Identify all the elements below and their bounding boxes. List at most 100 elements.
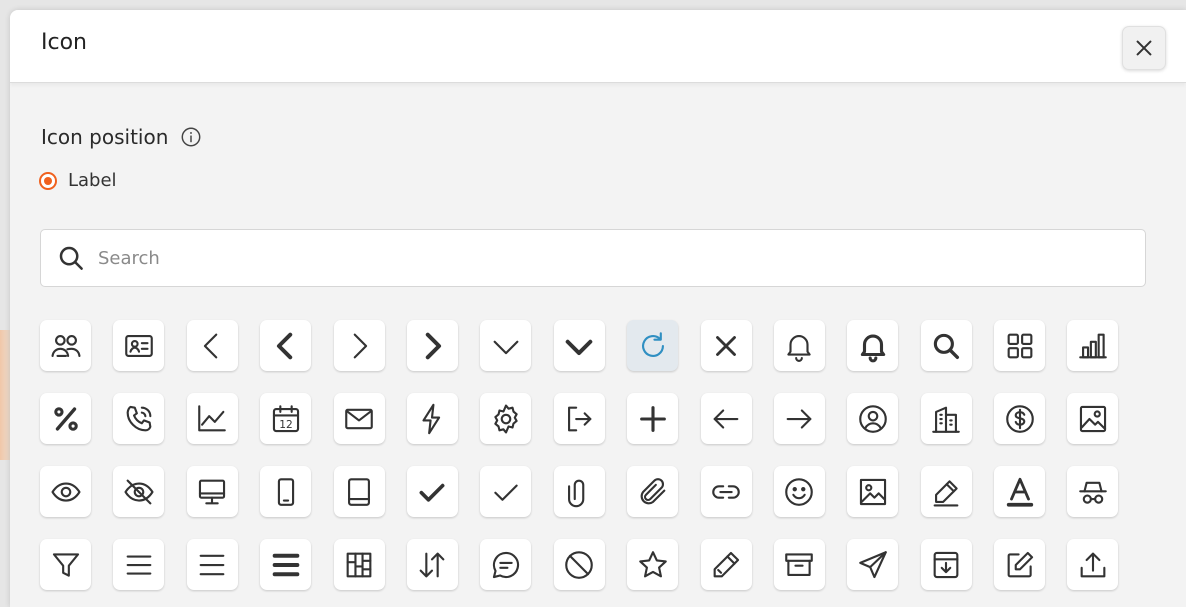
icon-option-arrow-left[interactable]: [700, 393, 752, 444]
link-icon: [712, 484, 740, 499]
icon-option-layout-board[interactable]: [333, 539, 385, 590]
buildings-icon: [932, 406, 960, 433]
close-icon: [716, 335, 736, 356]
icon-option-chevron-left-bold[interactable]: [260, 320, 312, 371]
chevron-left-icon: [204, 333, 218, 358]
tablet-icon: [348, 477, 371, 506]
close-icon: [1136, 40, 1152, 56]
radio-label: Label: [68, 170, 117, 191]
modal-header: Icon: [10, 10, 1186, 83]
inbox-download-icon: [933, 551, 959, 578]
layout-board-icon: [346, 552, 372, 577]
icon-option-dollar-circle[interactable]: [994, 393, 1046, 444]
icon-option-ban[interactable]: [553, 539, 605, 590]
icon-option-line-chart[interactable]: [186, 393, 238, 444]
bell-bold-icon: [860, 334, 885, 362]
dollar-circle-icon: [1005, 404, 1034, 433]
icon-option-archive[interactable]: [773, 539, 825, 590]
search-input[interactable]: [96, 246, 1145, 270]
icon-option-phone-device[interactable]: [260, 466, 312, 517]
svg-text:12: 12: [279, 417, 293, 430]
info-icon[interactable]: [180, 126, 202, 148]
close-button[interactable]: [1122, 26, 1166, 70]
icon-option-refresh[interactable]: [627, 320, 679, 371]
icon-option-close[interactable]: [700, 320, 752, 371]
calendar-icon: 12: [272, 404, 299, 432]
search-box[interactable]: [40, 229, 1146, 287]
icon-option-search[interactable]: [920, 320, 972, 371]
icon-option-pencil[interactable]: [700, 539, 752, 590]
icon-option-menu-bold[interactable]: [260, 539, 312, 590]
incognito-icon: [1079, 481, 1107, 504]
ban-icon: [565, 550, 594, 579]
bell-icon: [787, 334, 812, 362]
icon-option-menu-lines[interactable]: [186, 539, 238, 590]
search-icon: [934, 333, 960, 359]
icon-option-phone-call[interactable]: [113, 393, 165, 444]
upload-icon: [1080, 552, 1106, 577]
arrow-right-icon: [787, 408, 812, 429]
icon-option-check-bold[interactable]: [406, 466, 458, 517]
icon-option-grid[interactable]: [994, 320, 1046, 371]
icon-option-eye[interactable]: [40, 466, 91, 517]
icon-option-inbox-download[interactable]: [920, 539, 972, 590]
icon-option-monitor[interactable]: [186, 466, 238, 517]
icon-option-lightning[interactable]: [406, 393, 458, 444]
refresh-icon: [641, 331, 664, 357]
icon-option-star[interactable]: [627, 539, 679, 590]
icon-option-chevron-down-bold[interactable]: [553, 320, 605, 371]
icon-option-bell-bold[interactable]: [847, 320, 899, 371]
icon-option-buildings[interactable]: [920, 393, 972, 444]
icon-option-calendar[interactable]: 12: [260, 393, 312, 444]
icon-option-upload[interactable]: [1067, 539, 1119, 590]
icon-option-user-circle[interactable]: [847, 393, 899, 444]
contact-card-icon: [125, 334, 153, 357]
user-circle-icon: [858, 404, 887, 433]
icon-option-logout[interactable]: [553, 393, 605, 444]
image-icon: [1079, 405, 1107, 432]
icon-option-plus[interactable]: [627, 393, 679, 444]
icon-option-gear[interactable]: [480, 393, 532, 444]
radio-label-option[interactable]: Label: [39, 170, 117, 191]
icon-option-tablet[interactable]: [333, 466, 385, 517]
icon-option-chevron-right-bold[interactable]: [406, 320, 458, 371]
chat-icon: [492, 551, 519, 578]
icon-option-chat[interactable]: [480, 539, 532, 590]
filter-icon: [52, 552, 79, 577]
icon-option-send[interactable]: [847, 539, 899, 590]
check-bold-icon: [419, 483, 445, 502]
icon-option-paperclip[interactable]: [553, 466, 605, 517]
eye-icon: [50, 481, 81, 502]
icon-option-pencil-line[interactable]: [920, 466, 972, 517]
icon-option-percent[interactable]: [40, 393, 91, 444]
icon-option-chevron-left[interactable]: [186, 320, 238, 371]
icon-option-align-lines[interactable]: [113, 539, 165, 590]
icon-option-bell[interactable]: [773, 320, 825, 371]
icon-option-edit-square[interactable]: [994, 539, 1046, 590]
icon-option-attachment[interactable]: [627, 466, 679, 517]
text-color-icon: [1006, 477, 1033, 507]
radio-button[interactable]: [39, 171, 57, 190]
icon-option-users[interactable]: [40, 320, 91, 371]
icon-option-contact-card[interactable]: [113, 320, 165, 371]
icon-option-incognito[interactable]: [1067, 466, 1119, 517]
icon-option-chevron-right[interactable]: [333, 320, 385, 371]
icon-option-link[interactable]: [700, 466, 752, 517]
icon-option-filter[interactable]: [40, 539, 91, 590]
icon-option-check[interactable]: [480, 466, 532, 517]
monitor-icon: [199, 479, 226, 504]
icon-modal: Icon Icon position Label 12: [10, 10, 1186, 607]
icon-option-eye-off[interactable]: [113, 466, 165, 517]
icon-option-bar-chart[interactable]: [1067, 320, 1119, 371]
icon-option-smiley[interactable]: [773, 466, 825, 517]
chevron-left-bold-icon: [276, 332, 292, 359]
icon-option-sort-arrows[interactable]: [406, 539, 458, 590]
icon-option-image-frame[interactable]: [847, 466, 899, 517]
icon-position-text: Icon position: [41, 125, 169, 149]
icon-option-image[interactable]: [1067, 393, 1119, 444]
icon-option-arrow-right[interactable]: [773, 393, 825, 444]
icon-option-text-color[interactable]: [994, 466, 1046, 517]
icon-option-chevron-down[interactable]: [480, 320, 532, 371]
grid-icon: [1007, 333, 1032, 358]
icon-option-mail[interactable]: [333, 393, 385, 444]
